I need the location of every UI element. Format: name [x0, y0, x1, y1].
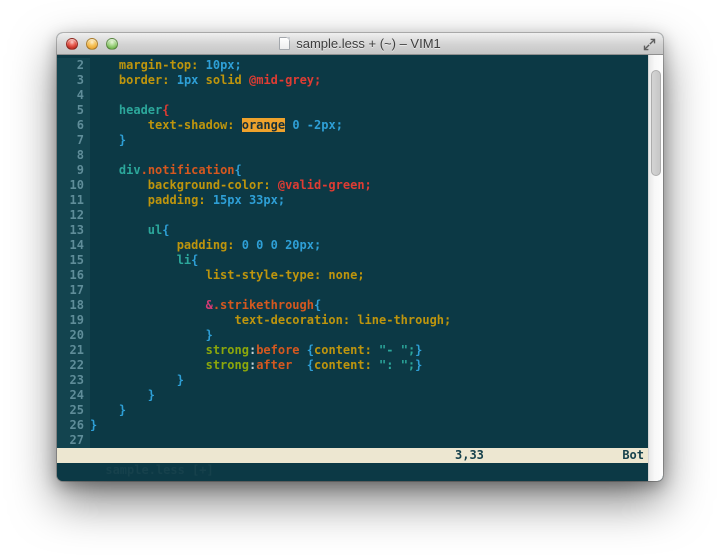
line-number: 11: [57, 193, 90, 208]
code-text: ul{: [90, 223, 169, 238]
code-line: 20 }: [57, 328, 648, 343]
line-number: 22: [57, 358, 90, 373]
line-number: 26: [57, 418, 90, 433]
line-number: 20: [57, 328, 90, 343]
line-number: 24: [57, 388, 90, 403]
code-line: 16 list-style-type: none;: [57, 268, 648, 283]
macvim-window: sample.less + (~) – VIM1 2 margin-top: 1…: [57, 33, 663, 481]
line-number: 17: [57, 283, 90, 298]
code-line: 18 &.strikethrough{: [57, 298, 648, 313]
insert-mode-indicator: -- INSERT --: [105, 480, 192, 481]
title-area: sample.less + (~) – VIM1: [279, 36, 441, 51]
code-line: 5 header{: [57, 103, 648, 118]
vim-editor[interactable]: 2 margin-top: 10px;3 border: 1px solid @…: [57, 55, 663, 481]
window-title: sample.less + (~) – VIM1: [296, 36, 441, 51]
statusline-scroll-indicator: Bot: [622, 448, 644, 463]
code-lines[interactable]: 2 margin-top: 10px;3 border: 1px solid @…: [57, 55, 648, 448]
code-line: 14 padding: 0 0 0 20px;: [57, 238, 648, 253]
code-line: 13 ul{: [57, 223, 648, 238]
code-line: 26}: [57, 418, 648, 433]
code-line: 24 }: [57, 388, 648, 403]
zoom-button[interactable]: [106, 38, 118, 50]
code-line: 3 border: 1px solid @mid-grey;: [57, 73, 648, 88]
statusline-cursor-position: 3,33: [455, 448, 484, 463]
code-line: 9 div.notification{: [57, 163, 648, 178]
close-button[interactable]: [66, 38, 78, 50]
code-text: header{: [90, 103, 170, 118]
code-line: 19 text-decoration: line-through;: [57, 313, 648, 328]
line-number: 5: [57, 103, 90, 118]
line-number: 12: [57, 208, 90, 223]
code-line: 2 margin-top: 10px;: [57, 58, 648, 73]
minimize-button[interactable]: [86, 38, 98, 50]
code-line: 25 }: [57, 403, 648, 418]
code-text: li{: [90, 253, 198, 268]
code-line: 21 strong:before {content: "- ";}: [57, 343, 648, 358]
code-line: 7 }: [57, 133, 648, 148]
code-text: div.notification{: [90, 163, 242, 178]
code-text: strong:before {content: "- ";}: [90, 343, 422, 358]
code-text: }: [90, 418, 97, 433]
code-text: margin-top: 10px;: [90, 58, 242, 73]
line-number: 14: [57, 238, 90, 253]
code-text: }: [90, 133, 126, 148]
document-icon: [279, 37, 290, 50]
line-number: 2: [57, 58, 90, 73]
code-line: 23 }: [57, 373, 648, 388]
line-number: 8: [57, 148, 90, 163]
line-number: 4: [57, 88, 90, 103]
line-number: 13: [57, 223, 90, 238]
code-text: &.strikethrough{: [90, 298, 321, 313]
line-number: 25: [57, 403, 90, 418]
line-number: 18: [57, 298, 90, 313]
code-text: border: 1px solid @mid-grey;: [90, 73, 321, 88]
line-number: 19: [57, 313, 90, 328]
code-text: padding: 15px 33px;: [90, 193, 285, 208]
line-number: 9: [57, 163, 90, 178]
line-number: 7: [57, 133, 90, 148]
vim-statusline: sample.less [+] 3,33 Bot: [57, 448, 648, 463]
code-text: }: [90, 388, 155, 403]
line-number: 23: [57, 373, 90, 388]
line-number: 16: [57, 268, 90, 283]
code-line: 17: [57, 283, 648, 298]
code-text: }: [90, 403, 126, 418]
title-bar[interactable]: sample.less + (~) – VIM1: [57, 33, 663, 55]
code-text: background-color: @valid-green;: [90, 178, 372, 193]
code-line: 4: [57, 88, 648, 103]
line-number: 10: [57, 178, 90, 193]
scrollbar-track[interactable]: [648, 55, 663, 481]
line-number: 3: [57, 73, 90, 88]
code-text: }: [90, 328, 213, 343]
line-number: 15: [57, 253, 90, 268]
code-text: list-style-type: none;: [90, 268, 365, 283]
line-number: 27: [57, 433, 90, 448]
line-number: 6: [57, 118, 90, 133]
code-line: 22 strong:after {content: ": ";}: [57, 358, 648, 373]
code-text: text-shadow: orange 0 -2px;: [90, 118, 343, 133]
window-controls: [66, 38, 118, 50]
code-line: 27: [57, 433, 648, 448]
line-number: 21: [57, 343, 90, 358]
code-line: 8: [57, 148, 648, 163]
code-line: 12: [57, 208, 648, 223]
code-text: text-decoration: line-through;: [90, 313, 451, 328]
code-text: }: [90, 373, 184, 388]
code-line: 15 li{: [57, 253, 648, 268]
code-line: 6 text-shadow: orange 0 -2px;: [57, 118, 648, 133]
fullscreen-icon[interactable]: [643, 38, 656, 51]
vim-command-line: -- INSERT --: [57, 463, 648, 481]
code-text: strong:after {content: ": ";}: [90, 358, 422, 373]
scrollbar-thumb[interactable]: [651, 70, 661, 176]
code-line: 10 background-color: @valid-green;: [57, 178, 648, 193]
code-line: 11 padding: 15px 33px;: [57, 193, 648, 208]
code-text: padding: 0 0 0 20px;: [90, 238, 321, 253]
